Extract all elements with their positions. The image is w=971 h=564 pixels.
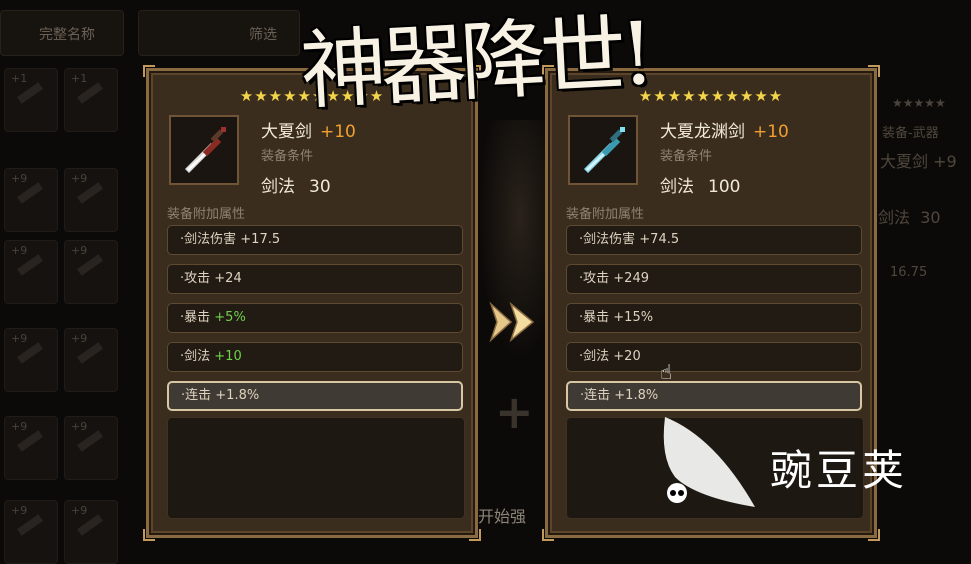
inventory-slot[interactable]: +9: [64, 416, 118, 480]
tab-filter-label: 筛选: [249, 27, 277, 43]
empty-attribute-slot: [167, 417, 465, 519]
peek-stat: 16.75: [890, 265, 928, 280]
slot-level-badge: +1: [71, 72, 88, 85]
slot-level-badge: +9: [71, 332, 88, 345]
inventory-slot[interactable]: +9: [4, 328, 58, 392]
requirement: 剑法 30: [261, 177, 331, 197]
sword-icon[interactable]: [568, 115, 638, 185]
weapon-icon: [77, 430, 103, 452]
add-icon: +: [495, 385, 534, 439]
slot-level-badge: +9: [11, 172, 28, 185]
inventory-slot[interactable]: +1: [64, 68, 118, 132]
peek-requirement: 剑法 30: [878, 208, 941, 227]
watermark: 豌豆荚: [655, 407, 955, 517]
fast-forward-arrow-icon: [489, 301, 535, 343]
current-equipment-panel: ★★★★★★★★★★ 大夏剑 +10 装备条件 剑法 30 装备附加属性 ·剑法伤害…: [143, 65, 481, 541]
weapon-icon: [77, 514, 103, 536]
attribute-row[interactable]: ·攻击 +24: [167, 264, 463, 294]
slot-level-badge: +9: [71, 420, 88, 433]
inventory-slot[interactable]: +9: [64, 500, 118, 564]
weapon-icon: [77, 254, 103, 276]
requirement-label: 装备条件: [261, 149, 314, 164]
watermark-text: 豌豆荚: [770, 446, 909, 495]
peek-category: 装备-武器: [882, 126, 939, 141]
slot-level-badge: +9: [11, 332, 28, 345]
watermark-pea-icon: [663, 417, 755, 507]
start-enhance-button[interactable]: 开始强: [478, 503, 526, 527]
banner-title: 神器降世!: [298, 3, 652, 123]
peek-item-name: 大夏剑 +9: [880, 152, 957, 171]
weapon-icon: [17, 182, 43, 204]
weapon-icon: [17, 254, 43, 276]
attribute-row[interactable]: ·暴击 +15%: [566, 303, 862, 333]
requirement-label: 装备条件: [660, 149, 713, 164]
inventory-slot[interactable]: +1: [4, 68, 58, 132]
attributes-title: 装备附加属性: [167, 207, 246, 222]
inventory-slot[interactable]: +9: [4, 168, 58, 232]
slot-level-badge: +9: [71, 504, 88, 517]
attribute-row-selected[interactable]: ·连击 +1.8%: [167, 381, 463, 411]
weapon-icon: [17, 82, 43, 104]
tab-complete-name[interactable]: 完整名称: [0, 10, 124, 56]
tab-complete-name-label: 完整名称: [39, 27, 95, 43]
attribute-row[interactable]: ·剑法 +20: [566, 342, 862, 372]
inventory-slot[interactable]: +9: [4, 500, 58, 564]
item-name: 大夏龙渊剑 +10: [660, 122, 789, 142]
slot-level-badge: +1: [11, 72, 28, 85]
inventory-slot[interactable]: +9: [64, 240, 118, 304]
sword-icon[interactable]: [169, 115, 239, 185]
slot-level-badge: +9: [11, 244, 28, 257]
enhance-level: +10: [753, 122, 789, 142]
weapon-icon: [77, 82, 103, 104]
attribute-row[interactable]: ·暴击 +5%: [167, 303, 463, 333]
slot-level-badge: +9: [71, 172, 88, 185]
weapon-icon: [77, 342, 103, 364]
attribute-row[interactable]: ·攻击 +249: [566, 264, 862, 294]
tab-filter[interactable]: 筛选: [138, 10, 300, 56]
inventory-slot[interactable]: +9: [64, 168, 118, 232]
inventory-slot[interactable]: +9: [4, 416, 58, 480]
slot-level-badge: +9: [11, 420, 28, 433]
slot-level-badge: +9: [71, 244, 88, 257]
slot-level-badge: +9: [11, 504, 28, 517]
requirement: 剑法 100: [660, 177, 741, 197]
enhance-level: +10: [320, 122, 356, 142]
attributes-title: 装备附加属性: [566, 207, 645, 222]
peek-stars: ★★★★★: [892, 96, 946, 110]
weapon-icon: [17, 342, 43, 364]
attribute-row[interactable]: ·剑法伤害 +74.5: [566, 225, 862, 255]
compare-panel-peek: ★★★★★ 装备-武器 大夏剑 +9 剑法 30 16.75: [878, 90, 971, 390]
weapon-icon: [17, 514, 43, 536]
weapon-icon: [17, 430, 43, 452]
inventory-slot[interactable]: +9: [4, 240, 58, 304]
attribute-row[interactable]: ·剑法 +10: [167, 342, 463, 372]
weapon-icon: [77, 182, 103, 204]
attribute-row[interactable]: ·剑法伤害 +17.5: [167, 225, 463, 255]
pointer-hand-icon: ☝: [660, 360, 673, 384]
inventory-slot[interactable]: +9: [64, 328, 118, 392]
